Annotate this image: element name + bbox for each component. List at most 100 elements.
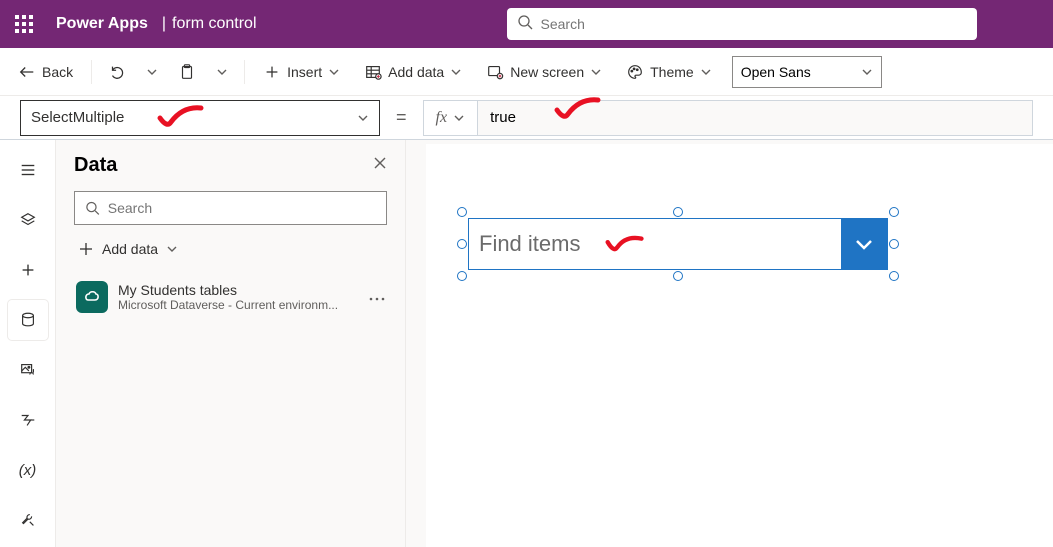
chevron-down-icon <box>357 112 369 124</box>
rail-insert-button[interactable] <box>8 250 48 290</box>
rail-data-button[interactable] <box>8 300 48 340</box>
resize-handle[interactable] <box>889 239 899 249</box>
resize-handle[interactable] <box>889 207 899 217</box>
search-icon <box>85 200 100 216</box>
data-panel-title: Data <box>74 154 117 177</box>
chevron-down-icon <box>166 243 178 255</box>
fx-button[interactable]: fx <box>424 101 479 135</box>
resize-handle[interactable] <box>457 239 467 249</box>
formula-bar: SelectMultiple = fx true <box>0 96 1053 140</box>
screen-stage[interactable]: Find items <box>426 144 1053 547</box>
canvas-area: Find items <box>406 140 1053 547</box>
app-header: Power Apps | form control <box>0 0 1053 48</box>
hamburger-icon <box>19 161 37 179</box>
new-screen-label: New screen <box>510 64 584 80</box>
database-icon <box>19 311 37 329</box>
command-divider <box>244 60 245 84</box>
add-data-panel-label: Add data <box>102 241 158 257</box>
back-button[interactable]: Back <box>8 54 83 90</box>
plus-icon <box>78 241 94 257</box>
equals-label: = <box>390 107 413 128</box>
add-data-label: Add data <box>388 64 444 80</box>
data-search[interactable] <box>74 191 387 225</box>
selection-handles <box>462 212 894 276</box>
dataverse-icon <box>76 281 108 313</box>
chevron-down-icon <box>453 112 465 124</box>
plus-icon <box>263 63 281 81</box>
combobox-control-selected[interactable]: Find items <box>468 218 888 270</box>
add-data-button[interactable]: Add data <box>354 54 472 90</box>
plus-icon <box>19 261 37 279</box>
paste-button[interactable] <box>170 54 204 90</box>
font-selector-value: Open Sans <box>741 64 811 80</box>
tools-icon <box>19 511 37 529</box>
chevron-down-icon <box>700 66 712 78</box>
resize-handle[interactable] <box>673 207 683 217</box>
flow-icon <box>19 411 37 429</box>
data-panel-close-button[interactable] <box>373 156 387 175</box>
font-selector[interactable]: Open Sans <box>732 56 882 88</box>
undo-split-button[interactable] <box>138 54 166 90</box>
clipboard-icon <box>178 63 196 81</box>
chevron-down-icon <box>216 66 228 78</box>
undo-icon <box>108 63 126 81</box>
rail-power-automate-button[interactable] <box>8 400 48 440</box>
theme-button[interactable]: Theme <box>616 54 722 90</box>
media-icon <box>19 361 37 379</box>
app-name: Power Apps <box>48 15 156 33</box>
formula-value: true <box>490 109 516 126</box>
data-source-more-button[interactable] <box>369 288 385 306</box>
data-grid-icon <box>364 63 382 81</box>
waffle-icon <box>15 15 33 33</box>
chevron-down-icon <box>450 66 462 78</box>
data-source-subtitle: Microsoft Dataverse - Current environm..… <box>118 298 348 312</box>
resize-handle[interactable] <box>457 207 467 217</box>
paste-split-button[interactable] <box>208 54 236 90</box>
insert-button[interactable]: Insert <box>253 54 350 90</box>
left-rail: (x) <box>0 140 56 547</box>
page-title: form control <box>172 15 256 33</box>
add-data-panel-button[interactable]: Add data <box>74 235 387 263</box>
insert-label: Insert <box>287 64 322 80</box>
property-selector[interactable]: SelectMultiple <box>20 100 380 136</box>
data-search-input[interactable] <box>108 200 376 216</box>
rail-media-button[interactable] <box>8 350 48 390</box>
more-icon <box>369 297 385 301</box>
chevron-down-icon <box>146 66 158 78</box>
screen-icon <box>486 63 504 81</box>
resize-handle[interactable] <box>457 271 467 281</box>
variable-icon: (x) <box>19 462 37 479</box>
rail-hamburger-button[interactable] <box>8 150 48 190</box>
formula-box: fx true <box>423 100 1033 136</box>
close-icon <box>373 156 387 170</box>
data-source-item[interactable]: My Students tables Microsoft Dataverse -… <box>74 275 387 319</box>
command-divider <box>91 60 92 84</box>
chevron-down-icon <box>590 66 602 78</box>
rail-variables-button[interactable]: (x) <box>8 450 48 490</box>
back-label: Back <box>42 64 73 80</box>
back-arrow-icon <box>18 63 36 81</box>
new-screen-button[interactable]: New screen <box>476 54 612 90</box>
layers-icon <box>19 211 37 229</box>
main-area: (x) Data Add data My Students table <box>0 140 1053 547</box>
undo-button[interactable] <box>100 54 134 90</box>
palette-icon <box>626 63 644 81</box>
resize-handle[interactable] <box>889 271 899 281</box>
global-search-input[interactable] <box>541 16 967 32</box>
rail-tree-view-button[interactable] <box>8 200 48 240</box>
resize-handle[interactable] <box>673 271 683 281</box>
search-icon <box>517 14 533 35</box>
title-separator: | <box>156 15 172 33</box>
rail-advanced-tools-button[interactable] <box>8 500 48 540</box>
theme-label: Theme <box>650 64 694 80</box>
app-launcher-button[interactable] <box>0 0 48 48</box>
data-panel: Data Add data My Students tables Microso… <box>56 140 406 547</box>
chevron-down-icon <box>328 66 340 78</box>
command-bar: Back Insert Add data New screen Theme Op… <box>0 48 1053 96</box>
data-source-name: My Students tables <box>118 282 348 298</box>
property-selector-value: SelectMultiple <box>31 109 124 126</box>
global-search[interactable] <box>507 8 977 40</box>
formula-input[interactable]: true <box>478 101 1032 135</box>
fx-label: fx <box>436 109 448 127</box>
chevron-down-icon <box>861 66 873 78</box>
